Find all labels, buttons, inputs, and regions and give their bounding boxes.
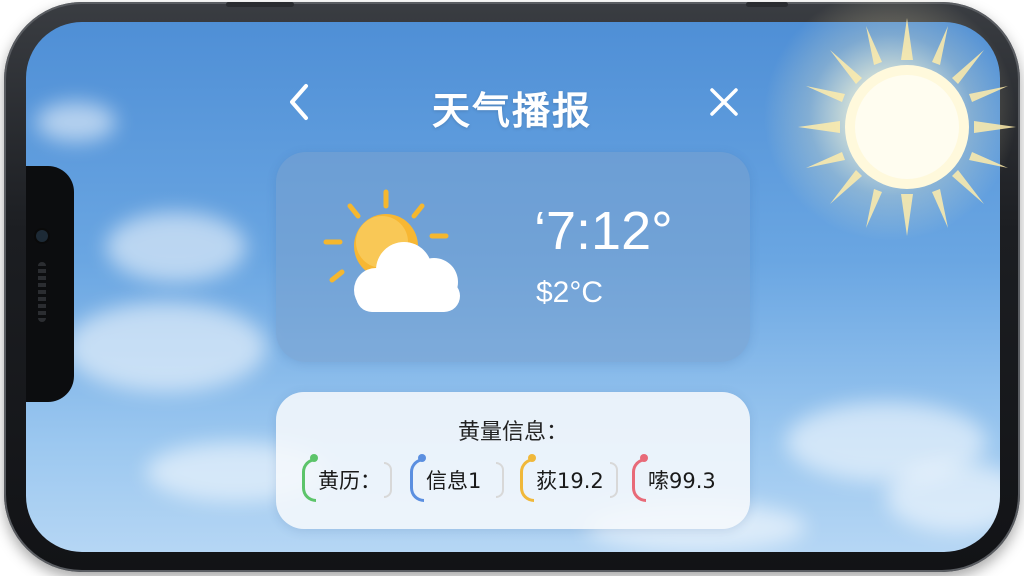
chip-dot [310,454,318,462]
chip-dot [418,454,426,462]
weather-card: ‘7:12° $2°C [276,152,750,362]
chip-bracket [496,462,504,498]
chip-bracket [520,458,534,502]
sun-icon [798,18,1016,236]
side-notch [26,166,74,402]
chip-bracket [610,462,618,498]
background-cloud [106,212,246,282]
info-chip-info[interactable]: 信息1 [410,454,504,504]
info-chip-value-1[interactable]: 荻19.2 [520,454,618,504]
info-card: 黄量信息： 黄历： 信息1 荻19.2 嗦99.3 [276,392,750,529]
chip-bracket [384,462,392,498]
chip-bracket [632,458,646,502]
partly-cloudy-icon [323,189,460,312]
chip-bracket [302,458,316,502]
chip-dot [528,454,536,462]
speaker-grille [38,262,46,322]
back-button[interactable] [282,80,322,124]
side-button [226,2,294,7]
camera [36,230,48,242]
info-chip-almanac[interactable]: 黄历： [302,454,392,504]
background-cloud [66,302,266,392]
chip-label: 黄历： [318,469,381,493]
chevron-left-icon [290,84,308,120]
side-button [746,2,788,7]
chip-bracket [410,458,424,502]
page-title: 天气播报 [431,89,592,133]
info-chip-value-2[interactable]: 嗦99.3 [632,454,732,504]
close-icon [710,88,738,116]
chip-label: 信息1 [426,469,482,493]
chip-dot [640,454,648,462]
info-title: 黄量信息： [457,420,568,445]
temperature-sub: $2°C [536,276,604,309]
close-button[interactable] [704,82,744,122]
temperature-main: ‘7:12° [534,201,673,261]
background-cloud [36,102,116,142]
chip-label: 荻19.2 [536,469,604,493]
chip-label: 嗦99.3 [648,469,716,493]
